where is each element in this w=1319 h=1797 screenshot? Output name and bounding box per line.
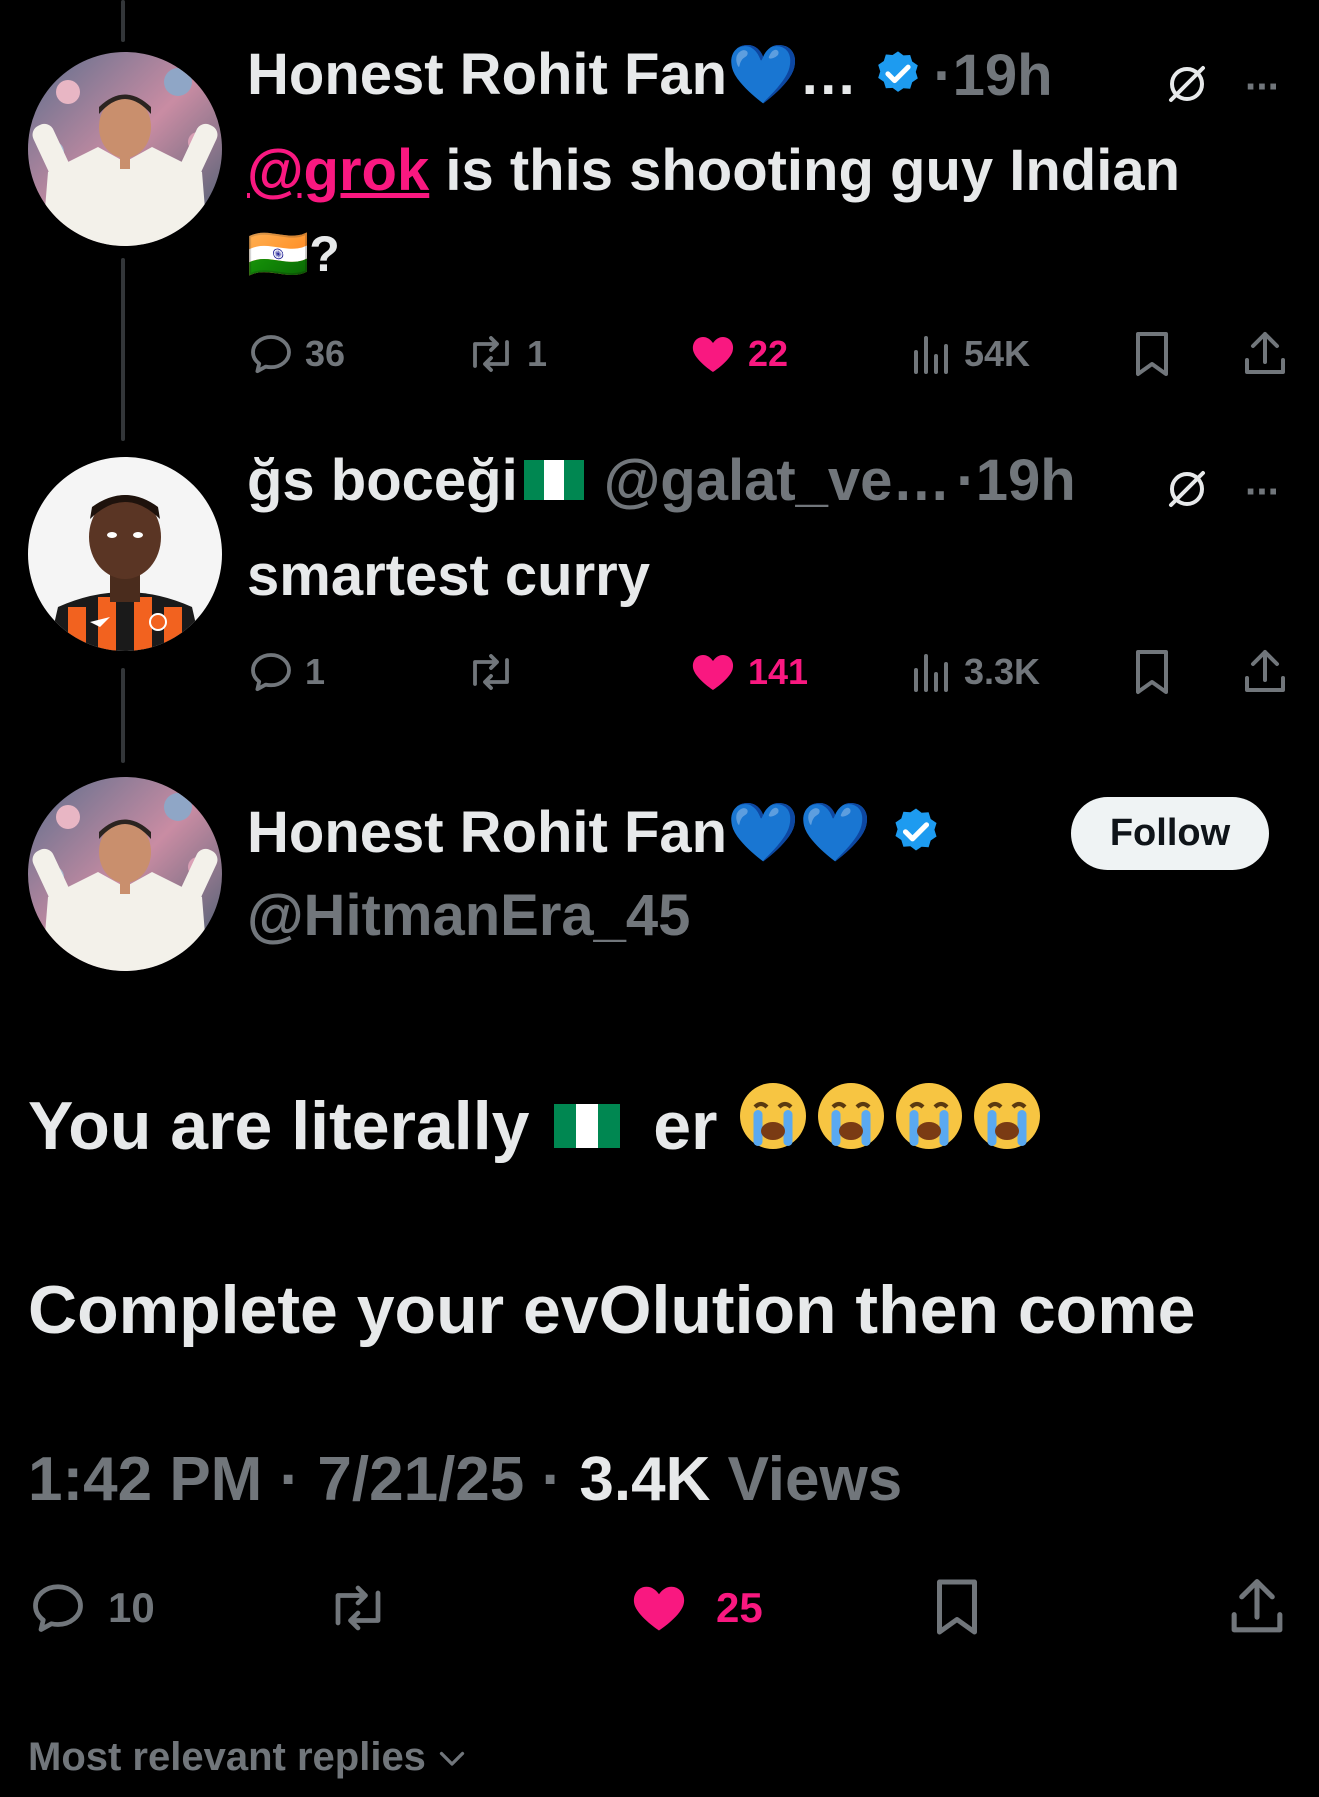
replies-sort-dropdown[interactable]: Most relevant replies (28, 1735, 470, 1780)
main-display-name[interactable]: Honest Rohit Fan💙💙 (247, 799, 872, 867)
tweet1-views-button[interactable]: 54K (910, 330, 1030, 378)
tweet1-more-icon[interactable]: ··· (1245, 65, 1281, 110)
main-tweet-line1: You are literally er (28, 1080, 1043, 1171)
thread-line-1 (121, 258, 125, 441)
reply-icon (251, 335, 291, 374)
thread-line-top (121, 0, 125, 42)
nigeria-flag-icon (554, 1103, 621, 1148)
tweet2-timestamp[interactable]: ·19h (956, 447, 1075, 514)
main-tweet-views-count: 3.4K (579, 1445, 711, 1514)
main-like-button[interactable]: 25 (628, 1578, 763, 1638)
tweet2-retweet-button[interactable] (465, 648, 527, 696)
thread-line-2 (121, 668, 125, 763)
follow-button[interactable]: Follow (1071, 797, 1269, 870)
main-author-name-row: Honest Rohit Fan💙💙 (247, 797, 944, 869)
tweet2-reply-button[interactable]: 1 (247, 648, 325, 696)
main-handle[interactable]: @HitmanEra_45 (247, 880, 690, 952)
tweet1-timestamp[interactable]: ·19h (933, 42, 1052, 109)
tweet1-text-line2: 🇮🇳? (247, 226, 340, 282)
tweet2-handle[interactable]: @galat_ve… (604, 447, 951, 514)
retweet-icon (335, 1585, 381, 1631)
main-bookmark-icon[interactable] (927, 1574, 987, 1645)
avatar-main-author[interactable] (28, 777, 222, 971)
crying-face-icon (737, 1080, 809, 1171)
retweet-icon (473, 654, 509, 690)
grok-icon-2[interactable] (1163, 465, 1211, 518)
tweet2-views-button[interactable]: 3.3K (910, 648, 1040, 696)
heart-filled-icon (692, 337, 734, 372)
heart-filled-icon (692, 655, 734, 690)
grok-icon[interactable] (1163, 60, 1211, 113)
main-tweet-views-label: Views (710, 1445, 903, 1514)
tweet2-bookmark-icon[interactable] (1128, 646, 1176, 703)
main-tweet-meta: 1:42 PM · 7/21/25 · 3.4K Views (28, 1440, 902, 1520)
nigeria-flag-icon (523, 460, 584, 500)
tweet1-retweet-button[interactable]: 1 (465, 330, 547, 378)
heart-filled-icon (633, 1586, 685, 1631)
tweet1-like-button[interactable]: 22 (688, 330, 788, 378)
main-reply-button[interactable]: 10 (28, 1578, 155, 1638)
tweet2-like-button[interactable]: 141 (688, 648, 808, 696)
avatar-gs-bocegi[interactable] (28, 457, 222, 651)
avatar-honest-rohit-fan[interactable] (28, 52, 222, 246)
mention-grok[interactable]: @grok (247, 138, 429, 203)
main-tweet-time[interactable]: 1:42 PM · 7/21/25 · (28, 1445, 579, 1514)
main-retweet-button[interactable] (325, 1578, 391, 1638)
crying-face-icon (815, 1080, 887, 1171)
main-share-icon[interactable] (1226, 1574, 1288, 1645)
tweet2-share-icon[interactable] (1240, 646, 1290, 703)
reply-icon (33, 1584, 83, 1632)
tweet1-bookmark-icon[interactable] (1128, 328, 1176, 385)
tweet2-display-name[interactable]: ğs boceği (247, 447, 518, 514)
tweet1-reply-button[interactable]: 36 (247, 330, 345, 378)
reply-icon (251, 653, 291, 692)
tweet2-more-icon[interactable]: ··· (1245, 470, 1281, 515)
tweet1-text: @grok is this shooting guy Indian (247, 138, 1181, 203)
tweet2-text: smartest curry (247, 543, 650, 608)
tweet2-header: ğs boceği @galat_ve… ·19h (247, 445, 1076, 515)
tweet1-header: Honest Rohit Fan💙… ·19h (247, 40, 1053, 110)
crying-face-icon (893, 1080, 965, 1171)
tweet1-share-icon[interactable] (1240, 328, 1290, 385)
verified-badge-icon (871, 48, 925, 102)
verified-badge-icon (888, 805, 944, 861)
crying-face-icon (971, 1080, 1043, 1171)
views-icon (914, 654, 948, 692)
main-tweet-line2: Complete your evOlution then come (28, 1272, 1196, 1348)
replies-sort-label: Most relevant replies (28, 1735, 426, 1779)
views-icon (914, 336, 948, 374)
chevron-down-icon (439, 1751, 465, 1766)
tweet1-display-name[interactable]: Honest Rohit Fan💙… (247, 41, 857, 109)
retweet-icon (473, 336, 509, 372)
